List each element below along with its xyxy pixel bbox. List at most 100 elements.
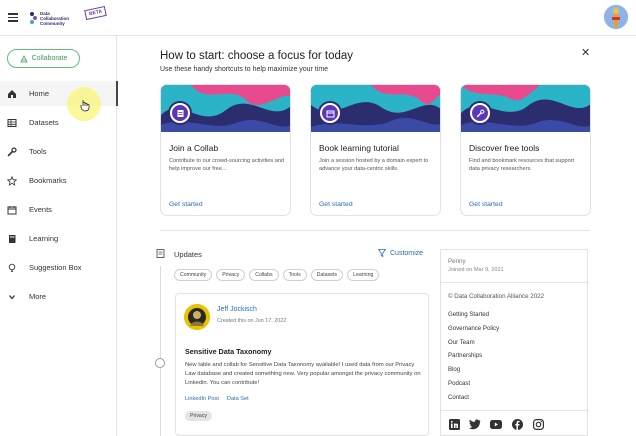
timeline-dot <box>155 358 165 368</box>
page-title: How to start: choose a focus for today <box>160 50 354 62</box>
sidebar-item-events[interactable]: Events <box>0 197 117 222</box>
wrench-icon <box>7 146 17 157</box>
link-podcast[interactable]: Podcast <box>448 380 499 394</box>
update-post: Jeff Jockisch Created this on Jun 17, 20… <box>175 293 429 436</box>
collaborate-label: Collaborate <box>31 55 68 62</box>
close-icon[interactable]: ✕ <box>581 46 590 59</box>
timeline-line <box>160 266 161 436</box>
card-description: Join a session hosted by a domain expert… <box>319 158 429 172</box>
chip-tools[interactable]: Tools <box>282 269 307 281</box>
calendar-icon <box>7 205 17 215</box>
youtube-icon[interactable] <box>490 418 502 430</box>
filter-chips: Community Privacy Collabs Tools Datasets… <box>174 269 380 281</box>
post-tag[interactable]: Privacy <box>185 411 213 421</box>
updates-title: Updates <box>174 250 202 259</box>
chip-datasets[interactable]: Datasets <box>310 269 344 281</box>
sidebar-item-label: Events <box>29 205 52 214</box>
post-body: New table and collab for Sensitive Data … <box>185 362 421 386</box>
footer-links: Getting Started Governance Policy Our Te… <box>448 311 499 408</box>
link-getting-started[interactable]: Getting Started <box>448 311 499 325</box>
sidebar-item-label: Bookmarks <box>29 176 67 185</box>
sidebar: Collaborate Home Datasets Tools Bookmark… <box>0 36 118 436</box>
top-bar: Data Collaboration Community BETA <box>0 0 636 36</box>
collaborate-button[interactable]: Collaborate <box>7 49 80 68</box>
avatar-image <box>604 5 628 29</box>
data-set-link[interactable]: Data Set <box>227 396 249 402</box>
table-icon <box>7 118 17 128</box>
hand-cursor-icon <box>80 100 90 112</box>
sidebar-item-home[interactable]: Home <box>0 81 118 106</box>
sidebar-item-bookmarks[interactable]: Bookmarks <box>0 168 117 193</box>
card-description: Find and bookmark resources that support… <box>469 158 575 172</box>
card-book-tutorial[interactable]: Book learning tutorial Join a session ho… <box>310 84 441 216</box>
lightbulb-icon <box>7 263 17 273</box>
sidebar-item-suggestion-box[interactable]: Suggestion Box <box>0 255 117 280</box>
sidebar-item-learning[interactable]: Learning <box>0 226 117 251</box>
sidebar-item-label: Learning <box>29 234 59 243</box>
panel-divider <box>441 282 587 283</box>
chip-learning[interactable]: Learning <box>347 269 380 281</box>
link-partnerships[interactable]: Partnerships <box>448 352 499 366</box>
sidebar-item-label: Tools <box>29 147 47 156</box>
chip-community[interactable]: Community <box>174 269 213 281</box>
beta-badge: BETA <box>84 5 108 21</box>
link-blog[interactable]: Blog <box>448 366 499 380</box>
author-avatar[interactable] <box>184 304 210 330</box>
chip-privacy[interactable]: Privacy <box>216 269 246 281</box>
link-our-team[interactable]: Our Team <box>448 339 499 353</box>
clipboard-icon <box>168 101 192 125</box>
author-avatar-image <box>184 304 210 330</box>
logo[interactable]: Data Collaboration Community BETA <box>29 5 109 30</box>
card-description: Contribute to our crowd-sourcing activit… <box>169 158 285 172</box>
link-contact[interactable]: Contact <box>448 394 499 408</box>
section-divider <box>160 230 590 231</box>
chip-collabs[interactable]: Collabs <box>249 269 279 281</box>
card-title: Discover free tools <box>469 143 540 153</box>
home-icon <box>7 89 17 99</box>
social-links <box>448 418 544 430</box>
customize-link[interactable]: Customize <box>390 250 423 257</box>
sidebar-item-more[interactable]: More <box>0 284 117 309</box>
sidebar-item-label: More <box>29 292 47 301</box>
sidebar-item-tools[interactable]: Tools <box>0 139 117 164</box>
wrench-icon <box>468 101 492 125</box>
star-icon <box>7 175 17 186</box>
page-subtitle: Use these handy shortcuts to help maximi… <box>160 66 329 73</box>
updates-icon <box>156 249 165 258</box>
facebook-icon[interactable] <box>511 418 523 430</box>
get-started-link[interactable]: Get started <box>469 201 503 208</box>
copyright: © Data Collaboration Alliance 2022 <box>448 293 545 300</box>
sidebar-item-label: Suggestion Box <box>29 263 82 272</box>
post-title: Sensitive Data Taxonomy <box>185 347 272 356</box>
twitter-icon[interactable] <box>469 418 481 430</box>
profile-joined: Joined on Mar 9, 2021 <box>448 267 504 273</box>
author-name[interactable]: Jeff Jockisch <box>217 306 257 313</box>
logo-text: Data Collaboration Community <box>40 11 69 26</box>
user-avatar[interactable] <box>604 5 628 29</box>
instagram-icon[interactable] <box>532 418 544 430</box>
menu-icon[interactable] <box>8 13 18 22</box>
profile-panel: Penny Joined on Mar 9, 2021 © Data Colla… <box>440 249 588 436</box>
post-links: LinkedIn Post Data Set <box>185 396 249 402</box>
filter-icon[interactable] <box>378 249 386 257</box>
profile-name: Penny <box>448 258 466 265</box>
card-title: Book learning tutorial <box>319 143 399 153</box>
card-discover-tools[interactable]: Discover free tools Find and bookmark re… <box>460 84 591 216</box>
sidebar-item-label: Datasets <box>29 118 59 127</box>
calendar-icon <box>318 101 342 125</box>
chevron-down-icon <box>7 292 17 302</box>
linkedin-icon[interactable] <box>448 418 460 430</box>
get-started-link[interactable]: Get started <box>169 201 203 208</box>
logo-mark-icon <box>30 12 37 24</box>
card-title: Join a Collab <box>169 143 219 153</box>
book-icon <box>7 234 17 244</box>
card-join-collab[interactable]: Join a Collab Contribute to our crowd-so… <box>160 84 291 216</box>
panel-divider <box>441 410 587 411</box>
get-started-link[interactable]: Get started <box>319 201 353 208</box>
linkedin-post-link[interactable]: LinkedIn Post <box>185 396 219 402</box>
collab-icon <box>19 54 28 62</box>
post-date: Created this on Jun 17, 2022 <box>217 318 287 324</box>
sidebar-item-datasets[interactable]: Datasets <box>0 110 117 135</box>
link-governance-policy[interactable]: Governance Policy <box>448 325 499 339</box>
sidebar-item-label: Home <box>29 89 50 98</box>
